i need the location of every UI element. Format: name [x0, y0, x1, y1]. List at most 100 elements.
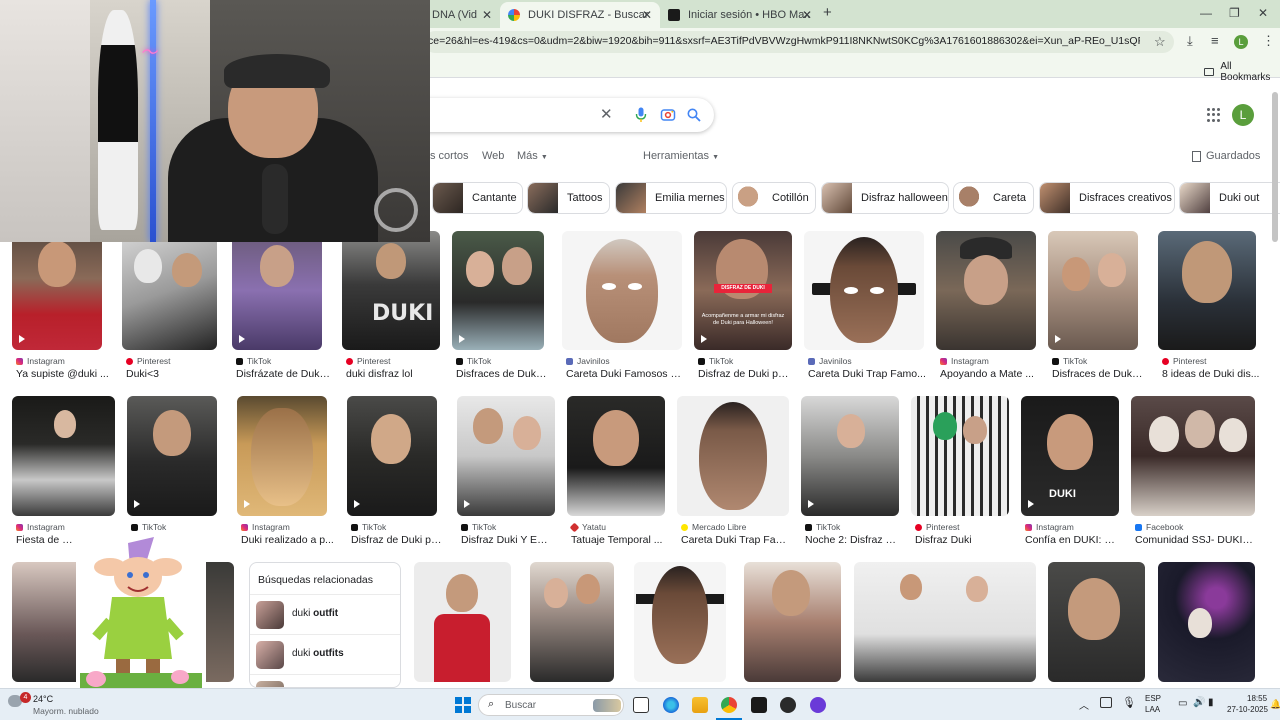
- taskbar-search-box[interactable]: ⌕ Buscar: [478, 694, 624, 716]
- result-image[interactable]: DUKI: [342, 231, 440, 350]
- result-source[interactable]: TikTok: [1052, 356, 1087, 366]
- result-image[interactable]: [457, 396, 555, 516]
- result-image[interactable]: [122, 231, 217, 350]
- address-bar[interactable]: ce=26&hl=es-419&cs=0&udm=2&biw=1920&bih=…: [424, 31, 1174, 53]
- result-title[interactable]: Disfraces de Duki: ...: [456, 368, 548, 380]
- network-icon[interactable]: ▭: [1178, 698, 1187, 709]
- chevron-up-icon[interactable]: ︿: [1079, 697, 1089, 712]
- result-source[interactable]: Instagram: [940, 356, 989, 366]
- result-image[interactable]: [804, 231, 924, 350]
- plus-icon[interactable]: +: [823, 4, 832, 21]
- wifi-tray-icon[interactable]: [1100, 697, 1112, 708]
- result-image[interactable]: [530, 562, 614, 682]
- related-search-more[interactable]: [250, 674, 400, 687]
- result-title[interactable]: Comunidad SSJ- DUKI - ...: [1135, 534, 1255, 546]
- result-image[interactable]: [801, 396, 899, 516]
- search-icon[interactable]: [687, 108, 701, 122]
- result-image[interactable]: [744, 562, 841, 682]
- app-icon[interactable]: [810, 697, 826, 713]
- result-title[interactable]: Fiesta de hallo...: [16, 534, 76, 546]
- close-tab-icon[interactable]: ✕: [482, 8, 492, 22]
- chip-cantante[interactable]: Cantante: [432, 182, 523, 214]
- result-image[interactable]: [1048, 231, 1138, 350]
- result-title[interactable]: Disfraz de Duki par...: [698, 368, 794, 380]
- microphone-tray-icon[interactable]: 🎙: [1122, 696, 1136, 709]
- file-explorer-icon[interactable]: [692, 697, 708, 713]
- result-image[interactable]: [562, 231, 682, 350]
- obs-icon[interactable]: [780, 697, 796, 713]
- result-image[interactable]: [936, 231, 1036, 350]
- result-source[interactable]: Pinterest: [346, 356, 391, 366]
- media-queue-icon[interactable]: ≡: [1211, 33, 1219, 48]
- result-source[interactable]: Instagram: [1025, 522, 1074, 532]
- result-title[interactable]: 8 ideas de Duki dis...: [1162, 368, 1272, 380]
- result-image[interactable]: DUKI: [1021, 396, 1119, 516]
- result-image[interactable]: [911, 396, 1009, 516]
- result-image[interactable]: [127, 396, 217, 516]
- battery-icon[interactable]: ▮: [1208, 697, 1214, 708]
- result-image[interactable]: DISFRAZ DE DUKI Acompañenme a armar mi d…: [694, 231, 792, 350]
- bookmark-star-icon[interactable]: ☆: [1154, 34, 1166, 50]
- result-source[interactable]: Javinilos: [808, 356, 852, 366]
- result-title[interactable]: Disfraces de Duki ...: [1052, 368, 1144, 380]
- download-icon[interactable]: ⤓: [1187, 33, 1193, 49]
- url-text[interactable]: ce=26&hl=es-419&cs=0&udm=2&biw=1920&bih=…: [428, 35, 1140, 47]
- result-source[interactable]: TikTok: [456, 356, 491, 366]
- result-source[interactable]: TikTok: [698, 356, 733, 366]
- result-source[interactable]: Instagram: [241, 522, 290, 532]
- result-image[interactable]: [1158, 562, 1255, 682]
- result-image[interactable]: [347, 396, 437, 516]
- result-source[interactable]: Facebook: [1135, 522, 1183, 532]
- result-source[interactable]: Pinterest: [915, 522, 960, 532]
- result-source[interactable]: TikTok: [805, 522, 840, 532]
- result-source[interactable]: Instagram: [16, 356, 65, 366]
- saved-button[interactable]: Guardados: [1192, 150, 1260, 162]
- tab-mas[interactable]: Más ▼: [517, 150, 548, 162]
- result-source[interactable]: TikTok: [236, 356, 271, 366]
- clock-date[interactable]: 27-10-2025: [1227, 705, 1268, 714]
- result-title[interactable]: Disfrázate de Duki ...: [236, 368, 332, 380]
- search-input[interactable]: ✕: [400, 98, 714, 132]
- result-image[interactable]: [414, 562, 511, 682]
- close-window-icon[interactable]: ✕: [1258, 6, 1268, 20]
- tab-dna[interactable]: DNA (Vid ✕: [424, 2, 500, 28]
- tools-button[interactable]: Herramientas ▼: [643, 150, 719, 162]
- result-image[interactable]: [567, 396, 665, 516]
- close-tab-icon[interactable]: ✕: [802, 8, 812, 22]
- result-title[interactable]: Careta Duki Famosos C...: [566, 368, 684, 380]
- chrome-icon[interactable]: [721, 697, 737, 713]
- related-search-outfit[interactable]: duki outfit: [250, 594, 400, 634]
- keyboard-layout-indicator[interactable]: LAA: [1145, 705, 1160, 714]
- tab-web[interactable]: Web: [482, 150, 504, 162]
- result-title[interactable]: Duki<3: [126, 368, 226, 380]
- restore-icon[interactable]: ❐: [1229, 6, 1240, 20]
- tab-hbo-max[interactable]: Iniciar sesión • HBO Max ✕: [660, 2, 820, 28]
- result-image[interactable]: [1131, 396, 1255, 516]
- result-image[interactable]: [12, 231, 102, 350]
- page-scrollbar[interactable]: [1272, 92, 1278, 242]
- google-apps-icon[interactable]: [1207, 108, 1221, 122]
- result-title[interactable]: Noche 2: Disfraz d...: [805, 534, 899, 546]
- weather-description[interactable]: Mayorm. nublado: [33, 706, 99, 716]
- result-source[interactable]: Instagram: [16, 522, 65, 532]
- chip-disfraz-halloween[interactable]: Disfraz halloween: [821, 182, 949, 214]
- result-title[interactable]: Tatuaje Temporal ...: [571, 534, 665, 546]
- task-view-icon[interactable]: [633, 697, 649, 713]
- all-bookmarks-button[interactable]: All Bookmarks: [1204, 61, 1280, 83]
- minimize-icon[interactable]: —: [1200, 6, 1212, 20]
- chip-disfraces-creativos[interactable]: Disfraces creativos: [1039, 182, 1175, 214]
- result-title[interactable]: Confía en DUKI: C...: [1025, 534, 1119, 546]
- result-image[interactable]: [1158, 231, 1256, 350]
- result-source[interactable]: TikTok: [351, 522, 386, 532]
- result-title[interactable]: Ya supiste @duki ...: [16, 368, 116, 380]
- result-source[interactable]: Pinterest: [1162, 356, 1207, 366]
- result-image[interactable]: [677, 396, 789, 516]
- clock-time[interactable]: 18:55: [1247, 694, 1267, 703]
- result-source[interactable]: Mercado Libre: [681, 522, 746, 532]
- result-title[interactable]: Disfraz Duki: [915, 534, 1009, 546]
- result-image[interactable]: [12, 396, 115, 516]
- chip-duki-outfit[interactable]: Duki out: [1179, 182, 1280, 214]
- result-image[interactable]: [1048, 562, 1145, 682]
- volume-icon[interactable]: 🔊: [1193, 697, 1205, 708]
- tab-duki-disfraz[interactable]: DUKI DISFRAZ - Buscar con Go ✕: [500, 2, 660, 28]
